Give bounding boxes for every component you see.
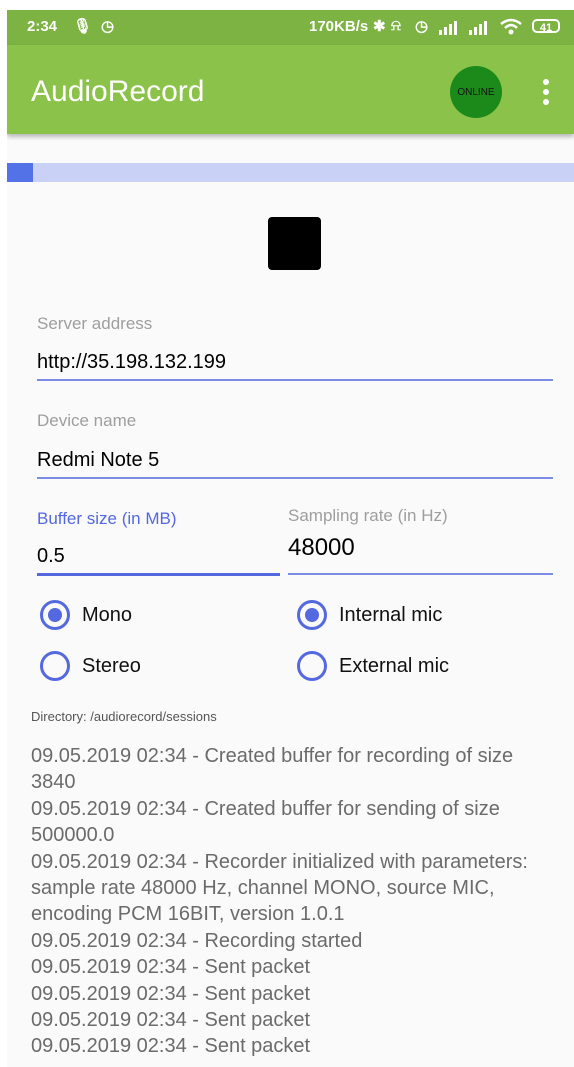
radio-circle-internal-mic[interactable] [297, 600, 327, 630]
radio-label-internal-mic: Internal mic [339, 603, 443, 626]
device-name-underline [37, 477, 553, 479]
directory-path: Directory: /audiorecord/sessions [31, 709, 217, 724]
app-title: AudioRecord [31, 75, 205, 108]
buffer-size-input[interactable]: 0.5 [37, 545, 65, 568]
server-address-label: Server address [37, 314, 153, 333]
radio-circle-mono[interactable] [40, 600, 70, 630]
log-line: 09.05.2019 02:34 - Sent packet [31, 956, 311, 979]
radio-circle-stereo[interactable] [40, 651, 70, 681]
sampling-rate-input[interactable]: 48000 [288, 534, 355, 562]
online-status-badge[interactable]: ONLINE [450, 66, 502, 118]
buffer-size-label: Buffer size (in MB) [37, 509, 177, 528]
log-line: 09.05.2019 02:34 - Sent packet [31, 982, 311, 1005]
radio-circle-external-mic[interactable] [297, 651, 327, 681]
server-address-input[interactable]: http://35.198.132.199 [37, 351, 226, 374]
log-line: 09.05.2019 02:34 - Created buffer for re… [31, 745, 514, 794]
app-bar: AudioRecord ONLINE [7, 45, 574, 134]
bluetooth-icon: ✱ [373, 18, 386, 35]
stop-recording-button[interactable] [268, 217, 321, 270]
log-line: 09.05.2019 02:34 - Recording started [31, 929, 363, 952]
sampling-rate-underline [288, 573, 553, 575]
microphone-icon: 🎙︎ [73, 18, 93, 35]
signal-icon [439, 21, 457, 35]
wifi-icon [500, 18, 522, 35]
sampling-rate-label: Sampling rate (in Hz) [288, 506, 448, 525]
radio-external-mic[interactable]: External mic [297, 651, 449, 681]
status-bar: 2:34 🎙︎ ◷ 170KB/s ✱ ⍾ ◷ 41 [7, 10, 574, 45]
radio-label-stereo: Stereo [82, 654, 141, 677]
buffer-progress-bar [7, 163, 574, 182]
phone-screen: 2:34 🎙︎ ◷ 170KB/s ✱ ⍾ ◷ 41 AudioRecord O… [7, 10, 574, 1067]
log-line: 09.05.2019 02:34 - Created buffer for se… [31, 797, 500, 847]
device-name-input[interactable]: Redmi Note 5 [37, 449, 159, 472]
radio-mono[interactable]: Mono [40, 600, 132, 630]
buffer-size-underline [37, 573, 280, 576]
radio-internal-mic[interactable]: Internal mic [297, 600, 442, 630]
radio-label-mono: Mono [82, 603, 133, 626]
log-line: 09.05.2019 02:34 - Recorder initialized … [31, 850, 528, 926]
alarm-clock-icon: ◷ [415, 18, 429, 35]
network-speed: 170KB/s [309, 18, 369, 35]
bell-off-icon: ⍾ [391, 17, 401, 34]
status-time: 2:34 [27, 18, 58, 35]
event-log: 09.05.2019 02:34 - Created buffer for re… [31, 743, 551, 1060]
log-line: 09.05.2019 02:34 - Sent packet [31, 1035, 311, 1058]
radio-stereo[interactable]: Stereo [40, 651, 141, 681]
overflow-menu-icon[interactable] [541, 79, 551, 107]
radio-label-external-mic: External mic [339, 654, 450, 677]
signal-icon-2 [469, 21, 487, 35]
battery-indicator: 41 [532, 19, 560, 34]
server-address-underline [37, 379, 553, 381]
progress-fill [7, 163, 33, 182]
alarm-icon: ◷ [101, 18, 115, 35]
log-line: 09.05.2019 02:34 - Sent packet [31, 1009, 311, 1032]
device-name-label: Device name [37, 411, 137, 430]
